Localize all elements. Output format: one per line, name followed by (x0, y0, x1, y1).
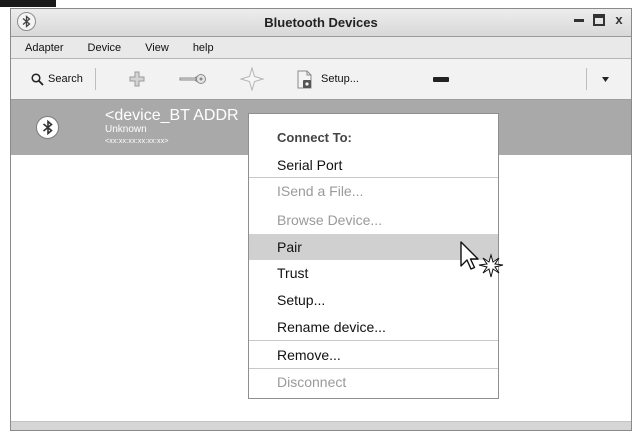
add-device-icon (129, 71, 145, 87)
setup-document-icon (297, 70, 312, 88)
corner-tab (0, 0, 56, 7)
bluetooth-icon (36, 116, 59, 139)
toolbar-dropdown-button[interactable] (602, 59, 609, 99)
menu-item-disconnect[interactable]: Disconnect (249, 369, 498, 395)
menu-bar: Adapter Device View help (11, 37, 631, 59)
menu-item-rename-device[interactable]: Rename device... (249, 314, 498, 340)
window-title: Bluetooth Devices (264, 15, 378, 30)
context-menu-header: Connect To: (277, 130, 352, 145)
dash-icon (433, 76, 449, 82)
menu-item-browse-device[interactable]: Browse Device... (249, 207, 498, 233)
title-bar[interactable]: Bluetooth Devices x (11, 9, 631, 37)
chevron-down-icon (602, 76, 609, 82)
menu-device[interactable]: Device (78, 42, 136, 54)
device-name: <device_BT ADDR (105, 107, 239, 124)
window-controls: x (573, 13, 625, 26)
search-label: Search (48, 73, 83, 85)
search-button[interactable]: Search (31, 59, 83, 99)
disconnect-button[interactable] (433, 59, 449, 99)
menu-help[interactable]: help (183, 42, 228, 54)
close-icon[interactable]: x (613, 13, 625, 26)
toolbar: Search Setup... (11, 59, 631, 100)
setup-label: Setup... (321, 73, 359, 85)
bluetooth-devices-window: Bluetooth Devices x Adapter Device View … (10, 8, 632, 431)
setup-button[interactable]: Setup... (297, 59, 359, 99)
menu-separator (249, 340, 498, 341)
search-icon (31, 72, 44, 86)
add-device-button[interactable] (129, 59, 145, 99)
trust-key-button[interactable] (179, 59, 207, 99)
device-status: Unknown (105, 124, 147, 135)
toolbar-separator (95, 68, 96, 90)
click-burst-icon (478, 253, 504, 278)
mouse-cursor-icon (460, 241, 504, 278)
menu-item-setup[interactable]: Setup... (249, 287, 498, 313)
menu-item-serial-port[interactable]: Serial Port (249, 152, 498, 178)
star-icon (240, 67, 264, 91)
menu-adapter[interactable]: Adapter (11, 42, 78, 54)
favorite-button[interactable] (240, 59, 264, 99)
menu-item-send-file[interactable]: ISend a File... (249, 178, 498, 204)
menu-item-remove[interactable]: Remove... (249, 342, 498, 368)
maximize-icon[interactable] (593, 14, 605, 26)
device-address: <xx:xx:xx:xx:xx:xx> (105, 138, 169, 145)
minimize-icon[interactable] (573, 14, 585, 26)
menu-view[interactable]: View (135, 42, 183, 54)
toolbar-separator (586, 68, 587, 90)
key-icon (179, 74, 206, 84)
